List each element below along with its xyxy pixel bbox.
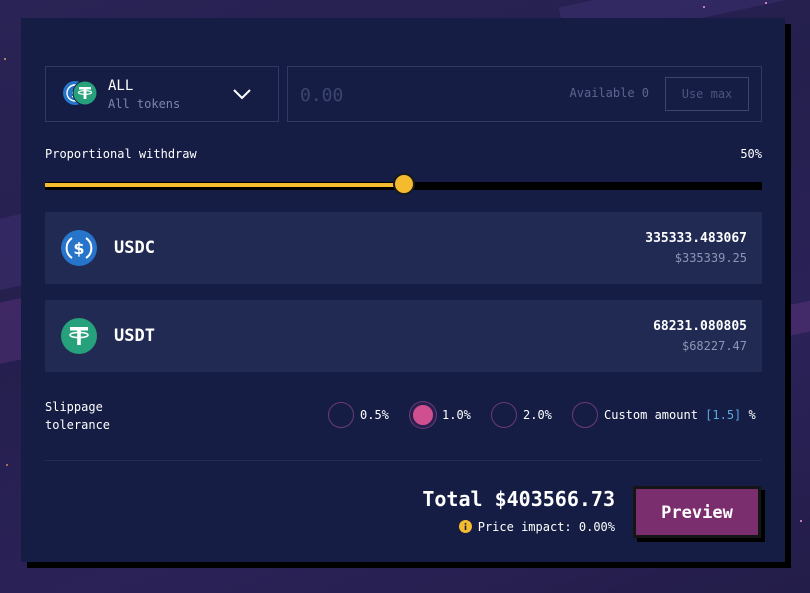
withdraw-slider[interactable] xyxy=(45,173,762,195)
price-impact: Price impact: 0.00% xyxy=(458,520,615,534)
token-row-usdc: $ USDC 335333.483067 $335339.25 xyxy=(45,212,762,284)
preview-button[interactable]: Preview xyxy=(633,486,761,538)
use-max-button[interactable]: Use max xyxy=(665,77,749,111)
total-value: Total $403566.73 xyxy=(422,487,615,511)
token-usd-value: $335339.25 xyxy=(674,251,747,265)
token-amount: 335333.483067 xyxy=(645,231,747,246)
radio-button[interactable] xyxy=(572,402,598,428)
amount-field: Available 0 Use max xyxy=(287,66,762,122)
amount-input[interactable] xyxy=(298,81,502,109)
info-icon xyxy=(458,520,472,533)
usdt-icon xyxy=(72,80,98,106)
slippage-option-label: 1.0% xyxy=(442,408,471,422)
slippage-option-label: 2.0% xyxy=(523,408,552,422)
token-row-usdt: USDT 68231.080805 $68227.47 xyxy=(45,300,762,372)
token-select-sublabel: All tokens xyxy=(108,97,181,111)
radio-button[interactable] xyxy=(328,402,354,428)
slider-handle[interactable] xyxy=(392,173,415,195)
custom-amount-input[interactable]: [1.5] xyxy=(705,408,741,422)
background-star xyxy=(800,520,802,522)
custom-amount-unit: % xyxy=(748,408,756,422)
withdraw-percent: 50% xyxy=(740,147,762,161)
token-symbol: USDT xyxy=(114,326,155,346)
slider-fill xyxy=(45,183,404,187)
available-balance: Available 0 xyxy=(569,86,649,100)
withdraw-panel: $ ALL All tokens Available 0 Use max Pro… xyxy=(21,18,785,562)
token-icons: $ xyxy=(62,80,98,108)
radio-button-selected[interactable] xyxy=(410,402,436,428)
slippage-option-label: 0.5% xyxy=(360,408,389,422)
usdc-icon: $ xyxy=(61,230,97,266)
background-star xyxy=(4,58,6,60)
token-usd-value: $68227.47 xyxy=(681,339,747,353)
token-symbol: USDC xyxy=(114,238,155,258)
chevron-down-icon xyxy=(233,89,251,100)
background-star xyxy=(765,2,767,4)
background-star xyxy=(703,6,705,8)
price-impact-text: Price impact: 0.00% xyxy=(477,520,615,534)
token-select-label: ALL xyxy=(108,78,134,94)
radio-button[interactable] xyxy=(491,402,517,428)
custom-slippage: Custom amount [1.5] % xyxy=(604,408,756,422)
slippage-label-line1: Slippage xyxy=(45,400,103,414)
svg-text:$: $ xyxy=(73,239,84,258)
slippage-label-line2: tolerance xyxy=(45,418,111,432)
proportional-withdraw-label: Proportional withdraw xyxy=(45,147,197,161)
token-amount: 68231.080805 xyxy=(653,319,747,334)
background-star xyxy=(6,464,8,466)
token-select-dropdown[interactable]: $ ALL All tokens xyxy=(45,66,279,122)
usdt-icon xyxy=(61,318,97,354)
custom-amount-label: Custom amount xyxy=(604,408,698,422)
divider xyxy=(45,460,762,461)
slippage-label: Slippage tolerance xyxy=(45,398,110,434)
